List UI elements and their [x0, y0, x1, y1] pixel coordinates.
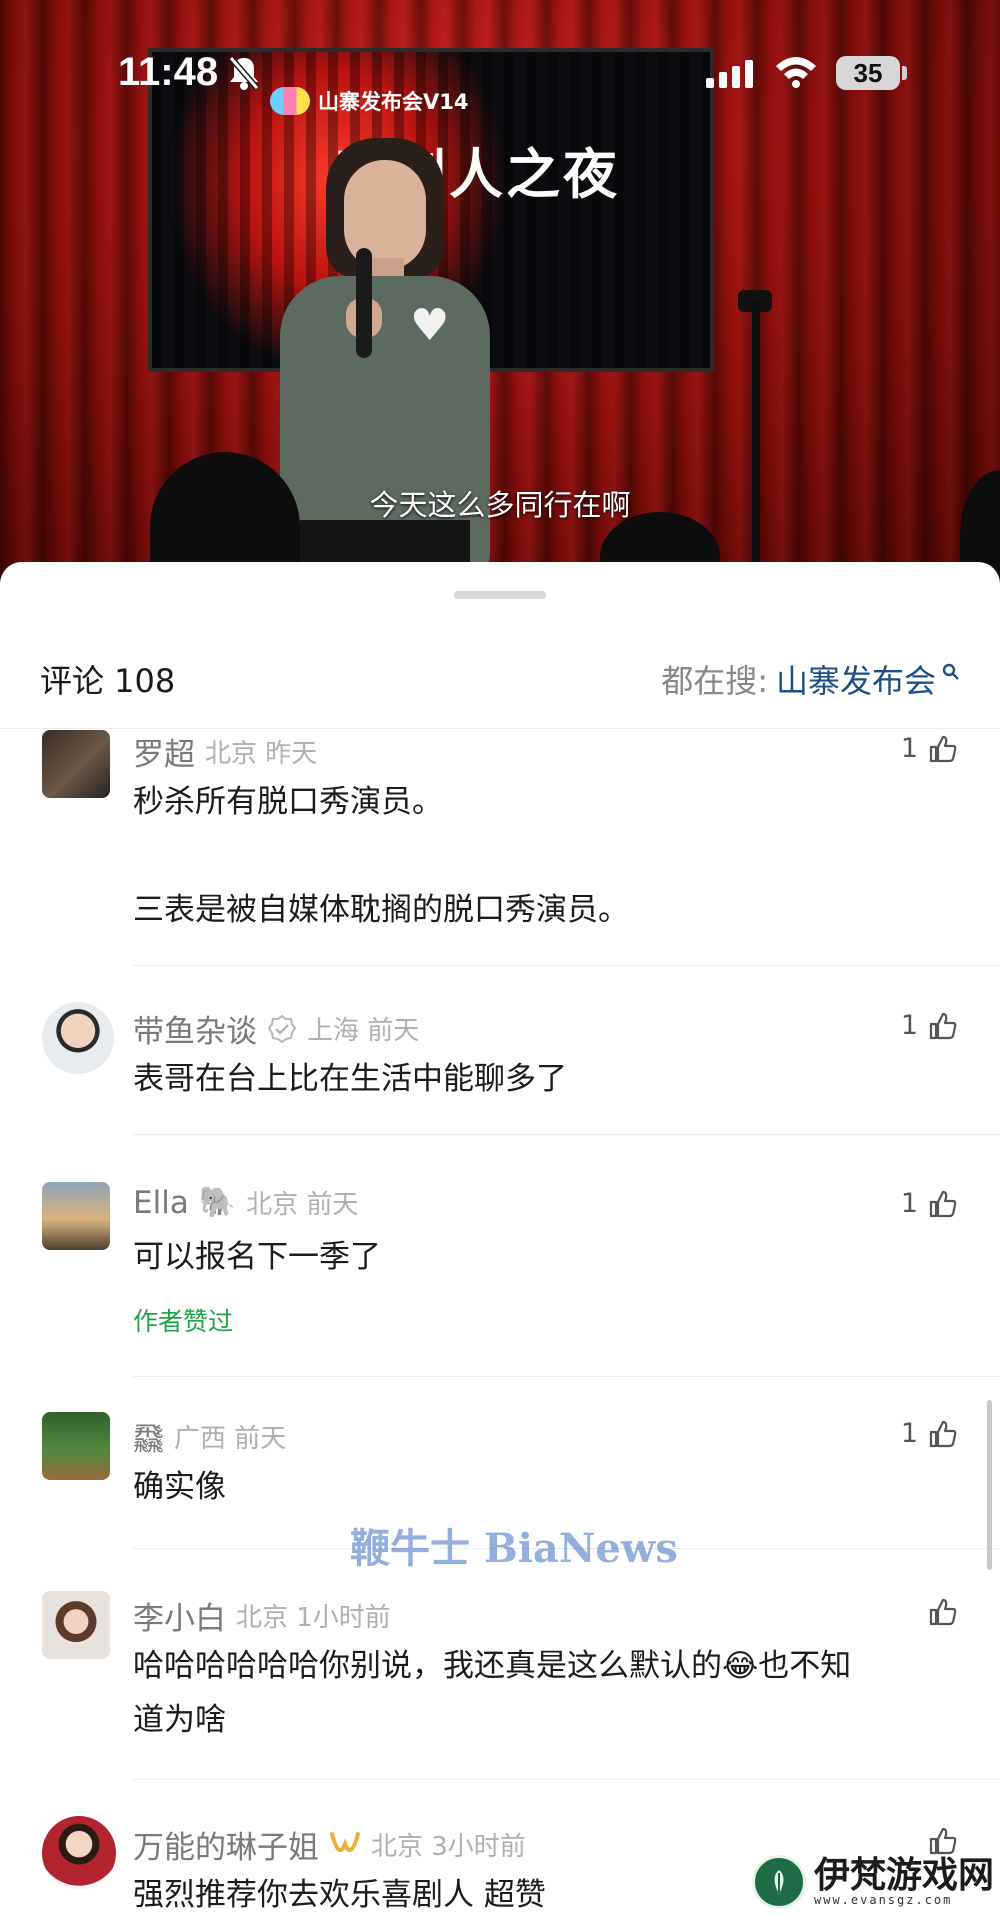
comment-text-line: 三表是被自媒体耽搁的脱口秀演员。 [133, 892, 629, 928]
comment-text-line: 道为啥 [133, 1702, 226, 1738]
thumbs-up-icon [929, 1598, 957, 1626]
comment-text: 确实像 [133, 1460, 953, 1514]
site-name: 伊梵游戏网 [814, 1854, 995, 1896]
search-suggestion[interactable]: 都在搜: 山寨发布会 [661, 656, 960, 702]
vip-ribbon-icon [330, 1831, 360, 1852]
comment-author[interactable]: 李小白 [133, 1593, 226, 1638]
video-player[interactable]: 山寨发布会V14 喜剧人之夜 ♥ 今天这么多同行在啊 11:48 35 [0, 0, 1000, 590]
thumbs-up-icon [929, 1012, 957, 1039]
comment-meta: 北京 昨天 [205, 739, 318, 769]
comment-text-line: 可以报名下一季了 [133, 1239, 381, 1275]
wifi-icon [776, 57, 816, 88]
comment-text: 表哥在台上比在生活中能聊多了 [133, 1052, 953, 1106]
thumbs-up-icon [929, 1190, 957, 1217]
comment-header-row: 李小白 北京 1小时前 [133, 1593, 391, 1638]
comment-meta: 北京 前天 [246, 1190, 359, 1220]
site-logo: 伊梵游戏网 www.evansgz.com [752, 1855, 994, 1909]
comment-divider [133, 1376, 1000, 1377]
mic-stand [752, 300, 760, 590]
thumbs-up-icon [929, 735, 957, 762]
author-liked-label: 作者赞过 [133, 1307, 234, 1336]
comment-count: 评论 108 [40, 662, 176, 700]
like-count: 1 [900, 733, 918, 764]
leaf-logo-icon [752, 1855, 806, 1909]
comment-header-row: 飝 广西 前天 [133, 1414, 286, 1459]
comment-text-line: 表哥在台上比在生活中能聊多了 [133, 1061, 567, 1097]
like-button[interactable]: 1 [901, 1418, 958, 1449]
battery-indicator: 35 [836, 56, 900, 90]
cellular-signal-icon [706, 60, 753, 88]
verified-badge-icon [267, 1014, 297, 1043]
avatar[interactable] [42, 1412, 110, 1480]
like-count: 1 [900, 1010, 918, 1041]
scrollbar-thumb[interactable] [987, 1400, 992, 1570]
search-term-link[interactable]: 山寨发布会 [776, 656, 936, 702]
comment-text: 可以报名下一季了 [133, 1230, 953, 1284]
like-button[interactable]: 1 [901, 1188, 958, 1219]
comment-divider [133, 1134, 1000, 1135]
comment-author[interactable]: 罗超 [133, 729, 195, 774]
comment-divider [133, 1779, 1000, 1780]
like-count: 1 [900, 1418, 918, 1449]
avatar[interactable] [42, 1182, 110, 1250]
like-button[interactable]: 1 [901, 733, 958, 764]
avatar[interactable] [42, 1816, 116, 1890]
status-bar: 11:48 35 [0, 0, 1000, 140]
avatar[interactable] [42, 730, 110, 798]
comment-header-row: 罗超 北京 昨天 [133, 729, 317, 774]
search-prefix: 都在搜: [661, 662, 768, 700]
comment-author[interactable]: Ella [133, 1185, 189, 1221]
comment-text-line: 确实像 [133, 1469, 226, 1505]
comment-text-line [133, 829, 953, 883]
comment-sheet: 评论 108 都在搜: 山寨发布会 罗超 北京 昨天 1 秒杀所有脱口秀演员。 … [0, 562, 1000, 1928]
like-button[interactable]: 1 [901, 1010, 958, 1041]
comment-meta: 北京 1小时前 [236, 1603, 391, 1633]
comment-author[interactable]: 飝 [133, 1414, 164, 1459]
elephant-emoji-icon: 🐘 [198, 1185, 237, 1220]
microphone-icon [356, 248, 372, 358]
comment-header: 评论 108 都在搜: 山寨发布会 [0, 652, 1000, 710]
mute-bell-icon [228, 56, 260, 90]
comment-divider [133, 965, 1000, 966]
comment-author[interactable]: 万能的琳子姐 [133, 1822, 319, 1867]
comment-text: 哈哈哈哈哈哈你别说，我还真是这么默认的😂也不知 道为啥 [133, 1639, 953, 1747]
watermark: 鞭牛士 BiaNews [350, 1525, 678, 1572]
comment-meta: 北京 3小时前 [371, 1832, 526, 1862]
comment-header-row: 带鱼杂谈 上海 前天 [133, 1006, 419, 1051]
thumbs-up-icon [929, 1827, 957, 1855]
comment-text: 秒杀所有脱口秀演员。 三表是被自媒体耽搁的脱口秀演员。 [133, 775, 953, 937]
comment-meta: 广西 前天 [174, 1424, 287, 1454]
search-icon [942, 663, 959, 680]
avatar[interactable] [42, 1002, 114, 1074]
comment-header-row: Ella 🐘 北京 前天 [133, 1184, 358, 1221]
status-time: 11:48 [118, 50, 219, 94]
thumbs-up-icon [929, 1420, 957, 1447]
like-count: 1 [900, 1188, 918, 1219]
video-subtitle: 今天这么多同行在啊 [369, 488, 631, 522]
like-button[interactable] [918, 1597, 958, 1627]
comment-author[interactable]: 带鱼杂谈 [133, 1006, 257, 1051]
comment-meta: 上海 前天 [307, 1016, 420, 1046]
comment-text-line: 秒杀所有脱口秀演员。 [133, 784, 443, 820]
like-button[interactable] [918, 1826, 958, 1856]
sheet-drag-handle[interactable] [454, 591, 546, 599]
comment-header-row: 万能的琳子姐 北京 3小时前 [133, 1822, 526, 1867]
avatar[interactable] [42, 1591, 110, 1659]
comment-text-line: 哈哈哈哈哈哈你别说，我还真是这么默认的😂也不知 [133, 1648, 852, 1684]
